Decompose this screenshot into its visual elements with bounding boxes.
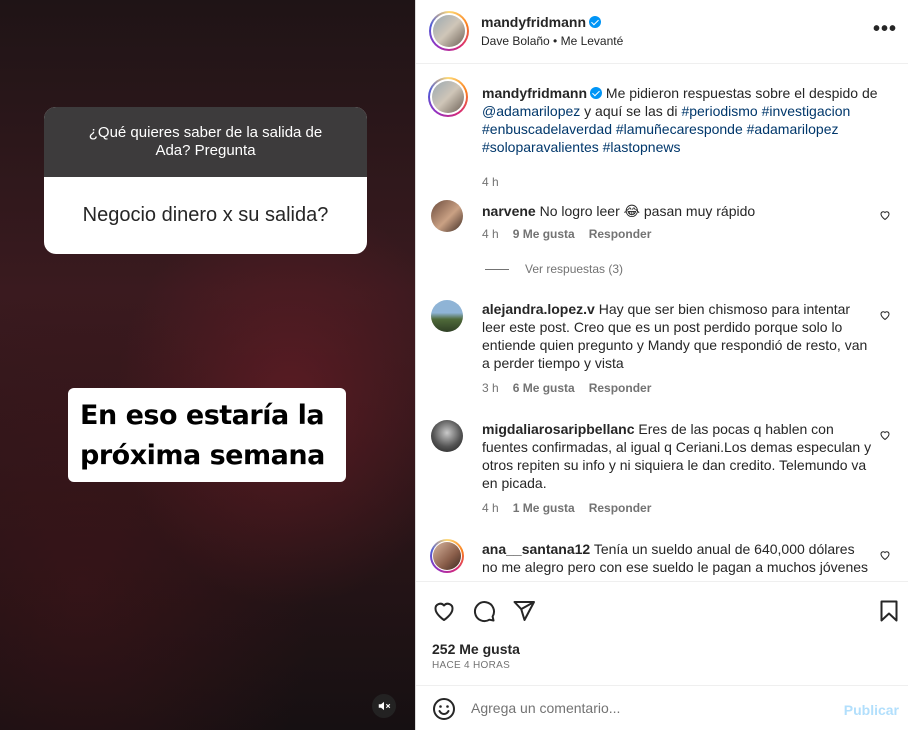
question-title: ¿Qué quieres saber de la salida de Ada? …: [44, 107, 367, 177]
heart-icon[interactable]: [879, 209, 891, 221]
comment-item: ana__santana12 Tenía un sueldo anual de …: [430, 539, 901, 580]
comment-meta: 3 h 6 Me gusta Responder: [482, 381, 665, 395]
verified-badge-icon: [590, 87, 603, 99]
comment-text: No logro leer 😂 pasan muy rápido: [539, 203, 756, 219]
commenter-avatar[interactable]: [431, 420, 463, 452]
comment-input[interactable]: [471, 696, 831, 720]
commenter-avatar[interactable]: [431, 200, 463, 232]
caption: mandyfridmann Me pidieron respuestas sob…: [428, 77, 901, 189]
comment-meta: 4 h 9 Me gusta Responder: [482, 227, 665, 241]
comment-username[interactable]: ana__santana12: [482, 541, 590, 557]
more-horizontal-icon: •••: [872, 18, 897, 40]
caption-username[interactable]: mandyfridmann: [482, 85, 587, 101]
verified-badge-icon: [589, 16, 602, 28]
heart-icon[interactable]: [879, 309, 891, 321]
comment-likes[interactable]: 1 Me gusta: [513, 501, 575, 515]
comment-username[interactable]: narvene: [482, 203, 536, 219]
heart-icon[interactable]: [879, 429, 891, 441]
view-replies-label: Ver respuestas (3): [525, 262, 624, 276]
likes-count[interactable]: 252 Me gusta: [432, 641, 520, 657]
mention-link[interactable]: @adamarilopez: [482, 103, 580, 119]
reply-line-1: En eso estaría la: [80, 400, 325, 431]
reply-button[interactable]: Responder: [589, 227, 652, 241]
hashtags-line-1[interactable]: #periodismo #investigacion: [681, 103, 850, 119]
post-time: HACE 4 HORAS: [432, 660, 511, 671]
caption-text-part2: y aquí se las di: [584, 103, 678, 119]
more-options-button[interactable]: •••: [873, 19, 897, 39]
post-panel: mandyfridmann Dave Bolaño • Me Levanté •…: [415, 0, 908, 730]
commenter-avatar[interactable]: [431, 300, 463, 332]
comment-bar: Publicar: [416, 685, 908, 730]
comment-bubble-icon[interactable]: [472, 599, 496, 623]
comment-likes[interactable]: 6 Me gusta: [513, 381, 575, 395]
comment-body: migdaliarosaripbellanc Eres de las pocas…: [482, 420, 872, 492]
caption-time: 4 h: [482, 175, 499, 189]
comment-username[interactable]: migdaliarosaripbellanc: [482, 421, 635, 437]
emoji-icon[interactable]: [432, 697, 456, 721]
author-username[interactable]: mandyfridmann: [481, 14, 586, 30]
comment-time: 4 h: [482, 501, 499, 515]
question-sticker: ¿Qué quieres saber de la salida de Ada? …: [44, 107, 367, 254]
audio-track[interactable]: Dave Bolaño • Me Levanté: [481, 34, 623, 48]
reply-text-box: En eso estaría la próxima semana: [68, 388, 346, 482]
heart-icon[interactable]: [879, 549, 891, 561]
question-answer: Negocio dinero x su salida?: [82, 204, 329, 226]
caption-avatar[interactable]: [428, 77, 468, 117]
reply-button[interactable]: Responder: [589, 501, 652, 515]
like-heart-icon[interactable]: [432, 599, 456, 623]
caption-text: mandyfridmann Me pidieron respuestas sob…: [482, 84, 887, 156]
comment-time: 4 h: [482, 227, 499, 241]
share-send-icon[interactable]: [512, 599, 536, 623]
comment-body: ana__santana12 Tenía un sueldo anual de …: [482, 540, 872, 580]
mute-button[interactable]: [372, 694, 396, 718]
story-media[interactable]: ¿Qué quieres saber de la salida de Ada? …: [0, 0, 415, 730]
comment-username[interactable]: alejandra.lopez.v: [482, 301, 595, 317]
post-actions: 252 Me gusta HACE 4 HORAS: [416, 581, 908, 685]
comments-list[interactable]: mandyfridmann Me pidieron respuestas sob…: [416, 65, 908, 580]
hashtags-line-2[interactable]: #enbuscadelaverdad #lamuñecaresponde #ad…: [482, 121, 838, 137]
reply-line-2: próxima semana: [80, 440, 325, 471]
comment-body: alejandra.lopez.v Hay que ser bien chism…: [482, 300, 872, 372]
reply-button[interactable]: Responder: [589, 381, 652, 395]
comment-body: narvene No logro leer 😂 pasan muy rápido: [482, 202, 872, 220]
hashtags-line-3[interactable]: #soloparavalientes #lastopnews: [482, 139, 680, 155]
author-avatar[interactable]: [429, 11, 469, 51]
comment-item: narvene No logro leer 😂 pasan muy rápido…: [431, 200, 901, 245]
commenter-avatar[interactable]: [430, 539, 464, 573]
publish-button[interactable]: Publicar: [844, 702, 899, 718]
comment-item: migdaliarosaripbellanc Eres de las pocas…: [431, 420, 901, 515]
comment-likes[interactable]: 9 Me gusta: [513, 227, 575, 241]
comment-time: 3 h: [482, 381, 499, 395]
comment-meta: 4 h 1 Me gusta Responder: [482, 501, 665, 515]
comment-item: alejandra.lopez.v Hay que ser bien chism…: [431, 300, 901, 395]
view-replies-button[interactable]: Ver respuestas (3): [485, 262, 623, 276]
post-header: mandyfridmann Dave Bolaño • Me Levanté •…: [416, 0, 908, 64]
speaker-muted-icon: [378, 701, 391, 711]
caption-text-part1: Me pidieron respuestas sobre el despido …: [605, 85, 878, 101]
bookmark-save-icon[interactable]: [877, 599, 901, 623]
